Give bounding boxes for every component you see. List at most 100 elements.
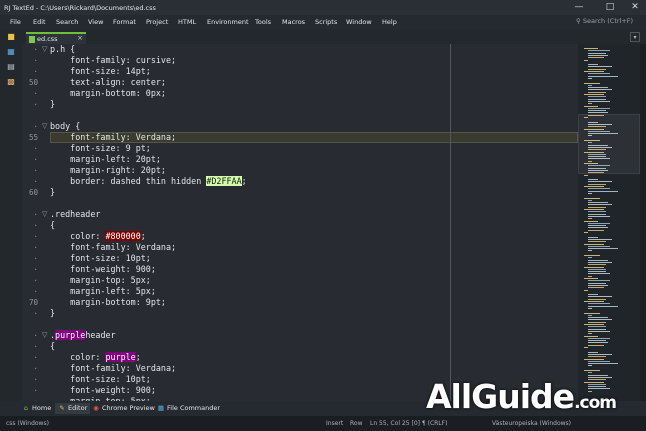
close-button[interactable]: ✕ [624, 0, 646, 15]
menu-file[interactable]: File [10, 18, 21, 26]
fold-marker-icon[interactable]: ▽ [42, 44, 47, 55]
minimap-line [588, 227, 608, 229]
menu-macros[interactable]: Macros [282, 18, 305, 26]
code-line: color: purple; [50, 352, 141, 362]
minimap-line [588, 190, 618, 192]
files-icon[interactable]: ▤ [6, 62, 16, 72]
minimap-line [584, 209, 604, 210]
minimap-line [588, 317, 608, 319]
minimap-line [588, 89, 612, 91]
fold-marker-icon[interactable]: ▽ [42, 121, 47, 132]
status-select[interactable]: Row [350, 418, 362, 429]
menu-project[interactable]: Project [146, 18, 168, 26]
line-number: · [33, 375, 38, 384]
minimap-line [588, 77, 592, 79]
tab-file-commander[interactable]: ▦ File Commander [157, 403, 220, 414]
minimap-line [588, 64, 598, 66]
home-icon: ⌂ [23, 404, 29, 412]
code-line: font-family: cursive; [50, 55, 177, 65]
minimap-viewport[interactable] [578, 114, 640, 174]
color-swatch: purple [55, 330, 86, 340]
vertical-scrollbar[interactable] [640, 44, 646, 401]
code-line: { [50, 341, 56, 351]
minimize-button[interactable]: — [568, 0, 590, 15]
code-line: font-family: Verdana; [50, 242, 177, 252]
minimap[interactable] [578, 44, 640, 401]
code-area[interactable]: p.h { font-family: cursive; font-size: 1… [50, 44, 578, 401]
code-line: .purpleheader [50, 330, 116, 340]
minimap-line [588, 330, 610, 332]
tab-home[interactable]: ⌂ Home [22, 403, 51, 414]
minimap-line [588, 280, 610, 282]
minimap-line [588, 188, 610, 190]
menu-help[interactable]: Help [382, 18, 397, 26]
minimap-line [588, 110, 606, 112]
tab-chrome-preview[interactable]: ◉ Chrome Preview [92, 403, 155, 414]
minimap-line [584, 370, 600, 371]
minimap-line [584, 347, 588, 348]
minimap-line [588, 271, 606, 273]
line-number-gutter: ···50···55····60········70········ [22, 44, 42, 401]
minimap-line [588, 356, 606, 358]
menu-search[interactable]: Search [56, 18, 78, 26]
minimap-line [588, 351, 598, 353]
line-number: · [33, 67, 38, 76]
menu-window[interactable]: Window [346, 18, 372, 26]
code-line: margin-left: 5px; [50, 286, 156, 296]
menu-tools[interactable]: Tools [255, 18, 271, 26]
minimap-line [584, 174, 588, 176]
fold-marker-icon[interactable]: ▽ [42, 330, 47, 341]
menu-scripts[interactable]: Scripts [315, 18, 337, 26]
minimap-line [588, 259, 608, 261]
minimap-line [588, 241, 606, 243]
status-mode[interactable]: Insert [326, 418, 343, 429]
tab-file-commander-label: File Commander [167, 404, 221, 412]
clipboard-icon[interactable]: ▩ [6, 77, 16, 87]
minimap-line [588, 305, 618, 307]
menu-view[interactable]: View [88, 18, 103, 26]
menu-format[interactable]: Format [113, 18, 136, 26]
minimap-line [588, 303, 610, 305]
minimap-line [588, 238, 612, 240]
minimap-line [584, 278, 598, 279]
minimap-line [588, 250, 592, 252]
line-number: · [33, 210, 38, 219]
minimap-line [584, 358, 604, 360]
minimap-line [588, 321, 606, 323]
minimap-line [588, 84, 592, 86]
code-line: font-weight: 900; [50, 264, 156, 274]
project-icon[interactable]: ▦ [6, 47, 16, 57]
minimap-line [588, 181, 612, 183]
line-number: · [33, 100, 38, 109]
minimap-line [588, 222, 610, 224]
minimap-line [588, 100, 610, 102]
color-swatch: #D2FFAA [206, 176, 242, 186]
search-box[interactable]: ⚲ Search (Ctrl+F) [576, 17, 638, 28]
folder-icon[interactable]: ■ [6, 32, 16, 42]
line-number: · [33, 364, 38, 373]
close-tab-icon[interactable]: × [77, 34, 83, 42]
code-line: margin-left: 20pt; [50, 154, 161, 164]
menu-edit[interactable]: Edit [33, 18, 46, 26]
minimap-line [588, 52, 606, 54]
chrome-icon: ◉ [93, 404, 99, 412]
code-editor[interactable]: ···50···55····60········70········ p.h {… [22, 44, 578, 401]
menu-environment[interactable]: Environment [207, 18, 249, 26]
tab-editor-label: Editor [68, 404, 88, 412]
maximize-button[interactable]: □ [599, 0, 621, 15]
minimap-line [584, 335, 598, 337]
tab-list-button[interactable]: ▾ [630, 32, 640, 42]
minimap-line [588, 50, 610, 52]
minimap-line [588, 326, 606, 328]
menu-html[interactable]: HTML [178, 18, 196, 26]
fold-marker-icon[interactable]: ▽ [42, 209, 47, 220]
minimap-line [588, 365, 592, 367]
tab-ed-css[interactable]: ed.css × [26, 32, 86, 44]
tab-editor[interactable]: ✎ Editor [55, 403, 91, 414]
code-line: font-family: Verdana; [50, 363, 177, 373]
minimap-line [588, 261, 612, 263]
minimap-line [588, 268, 606, 270]
status-syntax[interactable]: css (Windows) [6, 418, 49, 429]
minimap-line [588, 264, 606, 266]
minimap-line [588, 273, 610, 275]
